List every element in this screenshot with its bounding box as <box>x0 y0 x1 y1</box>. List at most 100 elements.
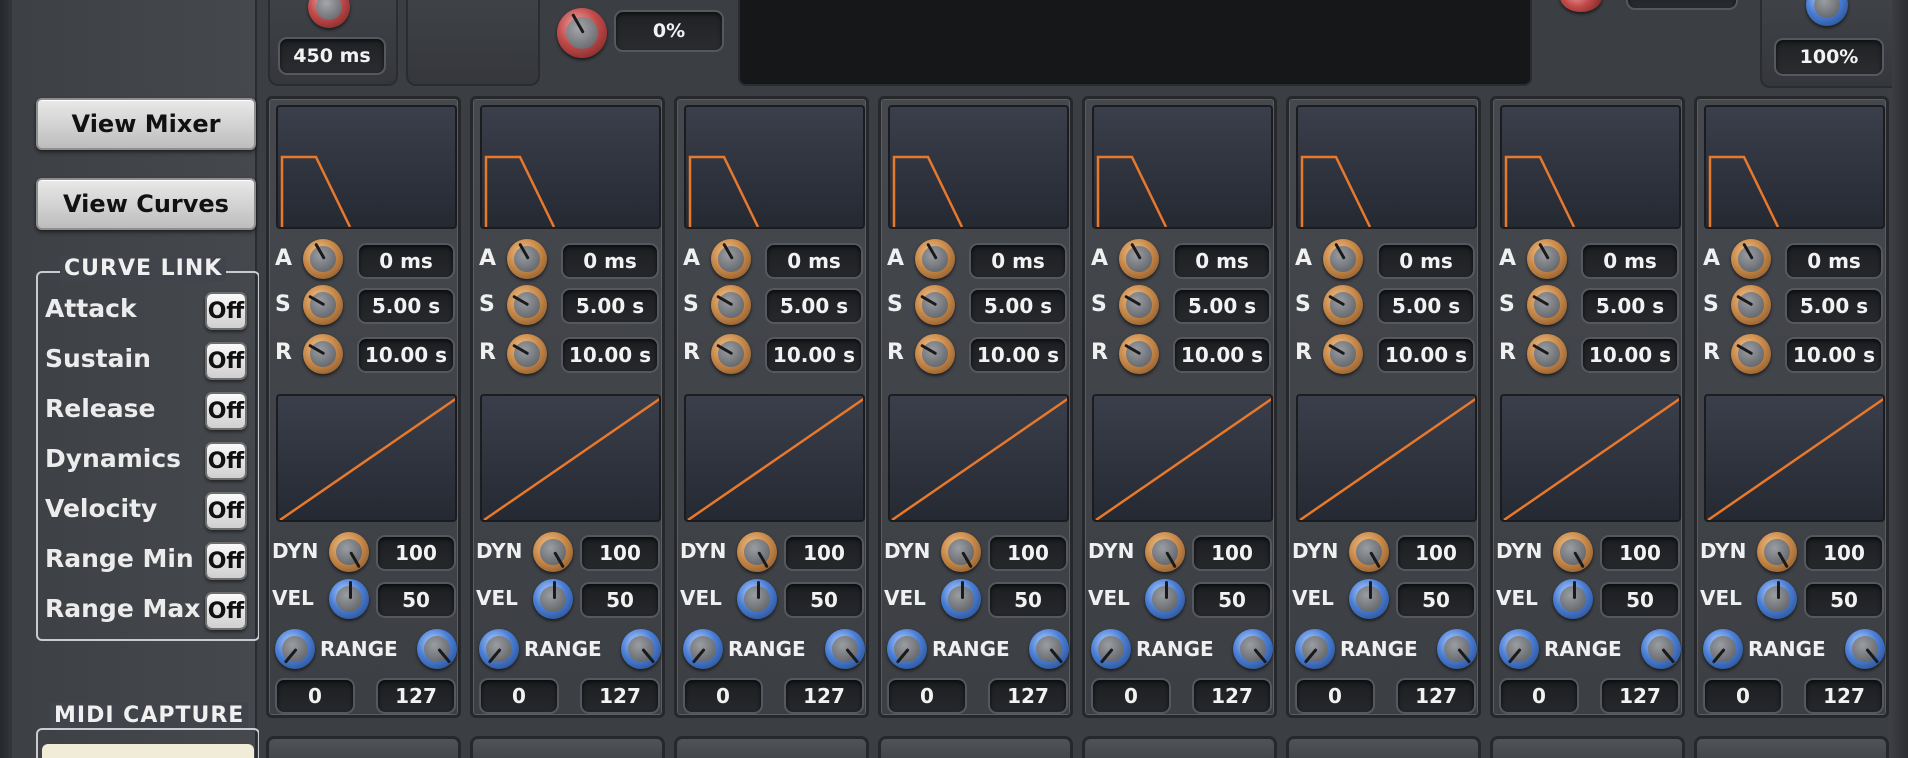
view-mixer-button[interactable]: View Mixer <box>36 98 256 150</box>
release-value-field[interactable]: 10.00 s <box>357 337 455 373</box>
dyn-value-field[interactable]: 100 <box>988 535 1068 571</box>
range-max-value-field[interactable]: 127 <box>1192 678 1272 714</box>
sustain-link-toggle[interactable]: Off <box>205 342 247 380</box>
dyn-value-field[interactable]: 100 <box>1192 535 1272 571</box>
dynamics-link-toggle[interactable]: Off <box>205 442 247 480</box>
release-knob[interactable] <box>711 334 751 374</box>
vel-value-field[interactable]: 50 <box>1804 582 1884 618</box>
range-max-value-field[interactable]: 127 <box>1804 678 1884 714</box>
range-max-link-toggle[interactable]: Off <box>205 592 247 630</box>
release-knob[interactable] <box>1323 334 1363 374</box>
release-value-field[interactable]: 10.00 s <box>1581 337 1679 373</box>
attack-value-field[interactable]: 0 ms <box>1377 243 1475 279</box>
range-min-knob[interactable] <box>275 629 315 669</box>
dyn-value-field[interactable]: 100 <box>1804 535 1884 571</box>
range-max-knob[interactable] <box>1437 629 1477 669</box>
vel-knob[interactable] <box>1349 579 1389 619</box>
attack-link-toggle[interactable]: Off <box>205 292 247 330</box>
attack-value-field[interactable]: 0 ms <box>357 243 455 279</box>
vel-knob[interactable] <box>941 579 981 619</box>
envelope-graph[interactable] <box>888 105 1069 229</box>
envelope-graph[interactable] <box>1092 105 1273 229</box>
release-knob[interactable] <box>915 334 955 374</box>
sustain-knob[interactable] <box>303 285 343 325</box>
attack-value-field[interactable]: 0 ms <box>969 243 1067 279</box>
range-max-value-field[interactable]: 127 <box>1600 678 1680 714</box>
range-min-knob[interactable] <box>1499 629 1539 669</box>
range-max-knob[interactable] <box>825 629 865 669</box>
range-max-knob[interactable] <box>417 629 457 669</box>
dyn-value-field[interactable]: 100 <box>784 535 864 571</box>
attack-value-field[interactable]: 0 ms <box>1581 243 1679 279</box>
view-curves-button[interactable]: View Curves <box>36 178 256 230</box>
velocity-curve-graph[interactable] <box>1704 394 1885 522</box>
range-max-value-field[interactable]: 127 <box>784 678 864 714</box>
sustain-knob[interactable] <box>1731 285 1771 325</box>
attack-knob[interactable] <box>1323 239 1363 279</box>
range-min-knob[interactable] <box>887 629 927 669</box>
range-max-knob[interactable] <box>621 629 661 669</box>
release-knob[interactable] <box>1119 334 1159 374</box>
range-min-knob[interactable] <box>1295 629 1335 669</box>
percent-knob[interactable] <box>557 8 607 58</box>
sustain-value-field[interactable]: 5.00 s <box>561 288 659 324</box>
range-min-knob[interactable] <box>1091 629 1131 669</box>
envelope-graph[interactable] <box>1500 105 1681 229</box>
range-min-knob[interactable] <box>683 629 723 669</box>
velocity-curve-graph[interactable] <box>480 394 661 522</box>
range-max-knob[interactable] <box>1641 629 1681 669</box>
velocity-curve-graph[interactable] <box>1296 394 1477 522</box>
sustain-value-field[interactable]: 5.00 s <box>1173 288 1271 324</box>
velocity-curve-graph[interactable] <box>888 394 1069 522</box>
midi-capture-button[interactable] <box>42 744 254 758</box>
attack-knob[interactable] <box>1119 239 1159 279</box>
vel-value-field[interactable]: 50 <box>1396 582 1476 618</box>
release-link-toggle[interactable]: Off <box>205 392 247 430</box>
vel-value-field[interactable]: 50 <box>1192 582 1272 618</box>
attack-knob[interactable] <box>1527 239 1567 279</box>
velocity-curve-graph[interactable] <box>1500 394 1681 522</box>
range-max-knob[interactable] <box>1029 629 1069 669</box>
sustain-knob[interactable] <box>507 285 547 325</box>
velocity-curve-graph[interactable] <box>1092 394 1273 522</box>
range-min-value-field[interactable]: 0 <box>1703 678 1783 714</box>
sustain-knob[interactable] <box>915 285 955 325</box>
vel-value-field[interactable]: 50 <box>1600 582 1680 618</box>
attack-knob[interactable] <box>303 239 343 279</box>
vel-knob[interactable] <box>329 579 369 619</box>
velocity-link-toggle[interactable]: Off <box>205 492 247 530</box>
dyn-knob[interactable] <box>533 532 573 572</box>
release-value-field[interactable]: 10.00 s <box>1173 337 1271 373</box>
range-min-value-field[interactable]: 0 <box>479 678 559 714</box>
dyn-knob[interactable] <box>329 532 369 572</box>
envelope-graph[interactable] <box>480 105 661 229</box>
envelope-graph[interactable] <box>276 105 457 229</box>
range-max-value-field[interactable]: 127 <box>1396 678 1476 714</box>
dyn-knob[interactable] <box>1553 532 1593 572</box>
attack-value-field[interactable]: 0 ms <box>561 243 659 279</box>
sustain-knob[interactable] <box>1323 285 1363 325</box>
dyn-value-field[interactable]: 100 <box>580 535 660 571</box>
range-min-link-toggle[interactable]: Off <box>205 542 247 580</box>
release-knob[interactable] <box>1731 334 1771 374</box>
sustain-value-field[interactable]: 5.00 s <box>765 288 863 324</box>
attack-value-field[interactable]: 0 ms <box>765 243 863 279</box>
release-value-field[interactable]: 10.00 s <box>561 337 659 373</box>
range-max-knob[interactable] <box>1233 629 1273 669</box>
vel-knob[interactable] <box>1757 579 1797 619</box>
range-max-value-field[interactable]: 127 <box>988 678 1068 714</box>
attack-value-field[interactable]: 0 ms <box>1785 243 1883 279</box>
time-value-field[interactable]: 450 ms <box>278 37 386 75</box>
range-max-value-field[interactable]: 127 <box>376 678 456 714</box>
range-max-value-field[interactable]: 127 <box>580 678 660 714</box>
vel-knob[interactable] <box>533 579 573 619</box>
dyn-knob[interactable] <box>1757 532 1797 572</box>
dyn-knob[interactable] <box>1145 532 1185 572</box>
dyn-knob[interactable] <box>941 532 981 572</box>
range-min-knob[interactable] <box>1703 629 1743 669</box>
release-value-field[interactable]: 10.00 s <box>1377 337 1475 373</box>
sustain-value-field[interactable]: 5.00 s <box>1785 288 1883 324</box>
dyn-value-field[interactable]: 100 <box>376 535 456 571</box>
vel-value-field[interactable]: 50 <box>580 582 660 618</box>
range-min-value-field[interactable]: 0 <box>1295 678 1375 714</box>
